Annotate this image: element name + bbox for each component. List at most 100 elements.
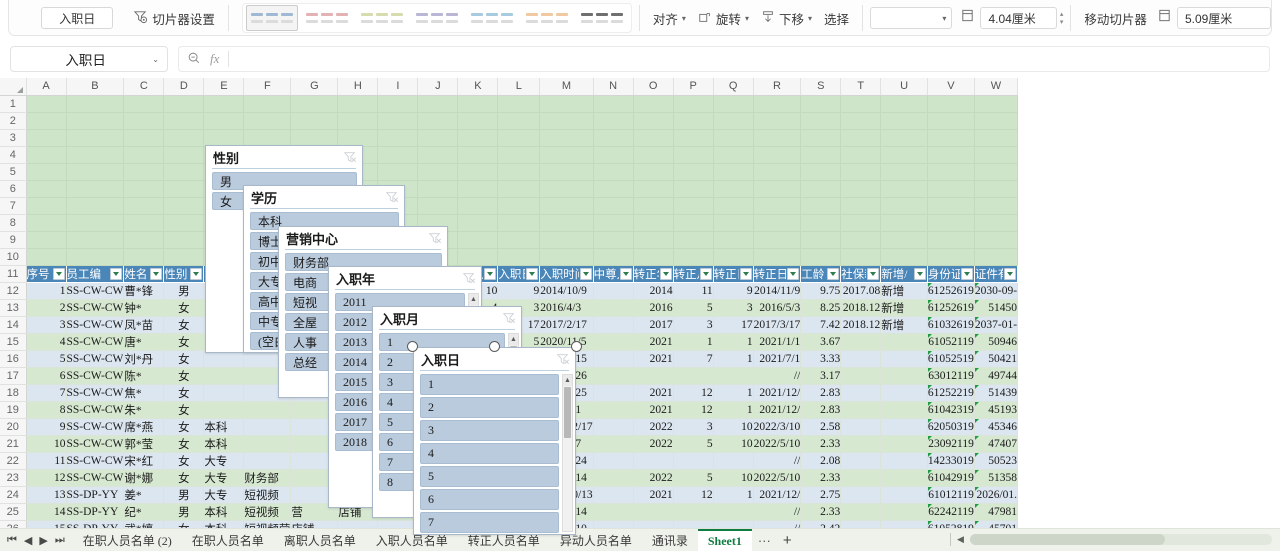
table-cell[interactable] (800, 112, 842, 130)
table-cell[interactable]: // (753, 520, 802, 528)
column-header-V[interactable]: V (927, 78, 975, 96)
slicer-item-hire-day-2[interactable]: 3 (420, 420, 559, 441)
table-cell[interactable] (880, 180, 928, 198)
table-cell[interactable]: 8 (26, 401, 67, 419)
table-cell[interactable] (880, 333, 928, 351)
table-cell[interactable]: SS-CW-CW (66, 452, 125, 470)
column-header-G[interactable]: G (290, 78, 339, 96)
table-cell[interactable]: 51439 (974, 384, 1019, 402)
filter-dropdown-icon[interactable] (619, 267, 632, 280)
table-cell[interactable] (26, 112, 67, 130)
sheet-tab-0[interactable]: 在职人员名单 (2) (73, 529, 182, 551)
clear-filter-icon[interactable] (502, 311, 516, 325)
table-cell[interactable] (457, 146, 499, 164)
table-cell[interactable]: 焦* (123, 384, 165, 402)
table-cell[interactable]: 女 (163, 316, 205, 334)
table-cell[interactable] (203, 384, 245, 402)
column-header-L[interactable]: L (497, 78, 541, 96)
table-cell[interactable] (123, 180, 165, 198)
table-cell[interactable] (163, 248, 205, 266)
row-header-6[interactable]: 6 (0, 180, 27, 198)
table-cell[interactable]: 61042919 (927, 469, 975, 487)
table-cell[interactable] (243, 129, 292, 147)
table-cell[interactable]: SS-CW-CW (66, 367, 125, 385)
table-cell[interactable] (974, 112, 1019, 130)
table-cell[interactable]: 陈* (123, 367, 165, 385)
table-cell[interactable] (593, 231, 634, 249)
select-all-corner[interactable] (0, 78, 27, 96)
table-cell[interactable] (497, 197, 541, 215)
table-cell[interactable]: 47407 (974, 435, 1019, 453)
table-cell[interactable] (203, 367, 245, 385)
table-cell[interactable]: 2021 (633, 333, 674, 351)
table-cell[interactable] (673, 231, 714, 249)
table-cell[interactable] (673, 163, 714, 181)
move-down-button[interactable]: 下移 ▾ (755, 6, 818, 30)
table-cell[interactable] (800, 231, 842, 249)
slicer-item-hire-day-3[interactable]: 4 (420, 443, 559, 464)
table-cell[interactable] (203, 112, 245, 130)
table-cell[interactable] (593, 214, 634, 232)
table-cell[interactable]: 本科 (203, 435, 245, 453)
table-cell[interactable]: 49744 (974, 367, 1019, 385)
table-cell[interactable] (539, 180, 594, 198)
slicer-style-swatch-3[interactable] (410, 5, 463, 31)
table-cell[interactable] (927, 112, 975, 130)
filter-dropdown-icon[interactable] (960, 267, 973, 280)
table-cell[interactable] (840, 214, 882, 232)
table-cell[interactable]: 郭*莹 (123, 435, 165, 453)
table-cell[interactable]: 席*燕 (123, 418, 165, 436)
table-column-header[interactable]: 转正日 (753, 265, 802, 283)
table-cell[interactable] (880, 401, 928, 419)
table-cell[interactable]: 10 (713, 469, 754, 487)
table-cell[interactable]: 15 (26, 520, 67, 528)
table-cell[interactable] (243, 452, 292, 470)
column-header-I[interactable]: I (377, 78, 419, 96)
move-slicer-button[interactable]: 移动切片器 (1078, 6, 1153, 30)
table-cell[interactable]: 5 (673, 299, 714, 317)
table-cell[interactable]: 武*婷 (123, 520, 165, 528)
table-cell[interactable]: 2037-01- (974, 316, 1019, 334)
table-cell[interactable] (417, 95, 459, 113)
table-cell[interactable]: 朱* (123, 401, 165, 419)
filter-dropdown-icon[interactable] (526, 267, 539, 280)
table-cell[interactable] (243, 112, 292, 130)
table-cell[interactable]: 51450 (974, 299, 1019, 317)
table-cell[interactable] (753, 95, 802, 113)
slicer-item-hire-day-4[interactable]: 5 (420, 466, 559, 487)
table-cell[interactable] (974, 197, 1019, 215)
table-cell[interactable] (123, 129, 165, 147)
table-cell[interactable] (497, 214, 541, 232)
table-cell[interactable] (840, 384, 882, 402)
table-cell[interactable]: 新增 (880, 316, 928, 334)
table-cell[interactable]: 50523 (974, 452, 1019, 470)
table-cell[interactable] (673, 520, 714, 528)
table-cell[interactable]: 2021 (633, 401, 674, 419)
rotate-button[interactable]: 旋转 ▾ (692, 6, 755, 30)
table-cell[interactable] (593, 112, 634, 130)
formula-input-area[interactable]: fx (178, 46, 1270, 72)
table-cell[interactable] (26, 248, 67, 266)
table-column-header[interactable]: 中尊入 (593, 265, 634, 283)
table-cell[interactable]: 14233019 (927, 452, 975, 470)
table-cell[interactable]: SS-CW-CW (66, 282, 125, 300)
table-cell[interactable] (633, 231, 674, 249)
table-cell[interactable]: 短视频营 (243, 520, 292, 528)
table-column-header[interactable]: 工龄 (800, 265, 842, 283)
table-cell[interactable] (713, 129, 754, 147)
table-cell[interactable]: 11 (26, 452, 67, 470)
hscroll-track[interactable] (969, 534, 1272, 545)
table-cell[interactable] (633, 452, 674, 470)
table-cell[interactable]: 2022 (633, 418, 674, 436)
add-sheet-button[interactable]: + (777, 532, 798, 549)
row-header-26[interactable]: 26 (0, 520, 27, 528)
column-header-D[interactable]: D (163, 78, 205, 96)
table-cell[interactable]: 3 (713, 299, 754, 317)
table-cell[interactable] (26, 146, 67, 164)
table-cell[interactable]: 5 (673, 435, 714, 453)
table-cell[interactable]: 45701 (974, 520, 1019, 528)
clear-filter-icon[interactable] (428, 231, 442, 245)
table-cell[interactable]: 61052519 (927, 350, 975, 368)
table-cell[interactable] (673, 112, 714, 130)
table-cell[interactable]: 女 (163, 384, 205, 402)
